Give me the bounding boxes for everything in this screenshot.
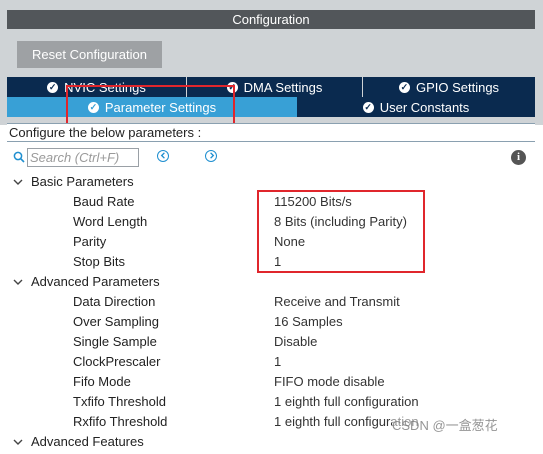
search-input[interactable] [27, 148, 139, 167]
group-advanced-features[interactable]: Advanced Features [0, 432, 543, 452]
param-name: Fifo Mode [73, 374, 131, 389]
tab-label: NVIC Settings [64, 79, 146, 95]
chevron-down-icon[interactable] [13, 272, 25, 294]
param-value[interactable]: 1 [274, 252, 281, 272]
search-icon [13, 151, 25, 163]
param-name: Rxfifo Threshold [73, 414, 168, 429]
param-value[interactable]: FIFO mode disable [274, 372, 385, 392]
tab-gpio-settings[interactable]: ✓ GPIO Settings [363, 77, 535, 97]
tab-label: GPIO Settings [415, 79, 500, 95]
group-advanced-parameters[interactable]: Advanced Parameters [0, 272, 543, 292]
reset-configuration-button[interactable]: Reset Configuration [17, 41, 162, 68]
previous-match-button[interactable] [157, 150, 169, 162]
window-title: Configuration [7, 10, 535, 29]
chevron-down-icon[interactable] [13, 432, 25, 454]
chevron-left-icon [160, 152, 165, 159]
watermark: CSDN @一盒葱花 [392, 415, 498, 434]
param-name: Data Direction [73, 294, 156, 309]
param-name: Txfifo Threshold [73, 394, 166, 409]
param-value[interactable]: 115200 Bits/s [274, 192, 352, 212]
param-name: Over Sampling [73, 314, 159, 329]
param-row[interactable]: Baud Rate 115200 Bits/s [0, 192, 543, 212]
param-name: Single Sample [73, 334, 157, 349]
param-name: Word Length [73, 214, 148, 229]
param-name: Parity [73, 234, 107, 249]
check-circle-icon: ✓ [87, 101, 99, 113]
param-value[interactable]: Receive and Transmit [274, 292, 400, 312]
tab-parameter-settings[interactable]: ✓ Parameter Settings [7, 97, 297, 117]
tab-label: Parameter Settings [104, 99, 217, 115]
param-row[interactable]: Over Sampling 16 Samples [0, 312, 543, 332]
parameter-tree: Basic Parameters Baud Rate 115200 Bits/s… [0, 172, 543, 452]
param-row[interactable]: Word Length 8 Bits (including Parity) [0, 212, 543, 232]
param-row[interactable]: Data Direction Receive and Transmit [0, 292, 543, 312]
left-edge [0, 0, 7, 125]
param-row[interactable]: Parity None [0, 232, 543, 252]
param-name: Baud Rate [73, 194, 135, 209]
check-circle-icon: ✓ [362, 101, 374, 113]
param-value[interactable]: Disable [274, 332, 317, 352]
param-value[interactable]: 8 Bits (including Parity) [274, 212, 407, 232]
check-circle-icon: ✓ [398, 81, 410, 93]
right-edge [535, 0, 543, 125]
next-match-button[interactable] [205, 150, 217, 162]
group-label: Basic Parameters [31, 174, 134, 189]
configure-instructions: Configure the below parameters : [7, 123, 535, 142]
param-value[interactable]: 16 Samples [274, 312, 343, 332]
param-row[interactable]: Single Sample Disable [0, 332, 543, 352]
group-basic-parameters[interactable]: Basic Parameters [0, 172, 543, 192]
tab-label: User Constants [379, 99, 470, 115]
param-name: ClockPrescaler [73, 354, 161, 369]
chevron-down-icon[interactable] [13, 172, 25, 194]
param-value[interactable]: 1 [274, 352, 281, 372]
param-value[interactable]: None [274, 232, 305, 252]
tab-user-constants[interactable]: ✓ User Constants [297, 97, 535, 117]
param-row[interactable]: Stop Bits 1 [0, 252, 543, 272]
param-row[interactable]: ClockPrescaler 1 [0, 352, 543, 372]
chevron-right-icon [209, 152, 214, 159]
group-label: Advanced Features [31, 434, 144, 449]
info-icon[interactable]: i [511, 150, 526, 165]
param-row[interactable]: Fifo Mode FIFO mode disable [0, 372, 543, 392]
search-toolbar: i [0, 146, 543, 168]
tab-nvic-settings[interactable]: ✓ NVIC Settings [7, 77, 186, 97]
check-circle-icon: ✓ [226, 81, 238, 93]
group-label: Advanced Parameters [31, 274, 160, 289]
param-value[interactable]: 1 eighth full configuration [274, 392, 419, 412]
param-row[interactable]: Txfifo Threshold 1 eighth full configura… [0, 392, 543, 412]
tab-label: DMA Settings [243, 79, 323, 95]
tab-dma-settings[interactable]: ✓ DMA Settings [187, 77, 362, 97]
param-name: Stop Bits [73, 254, 126, 269]
check-circle-icon: ✓ [47, 81, 59, 93]
